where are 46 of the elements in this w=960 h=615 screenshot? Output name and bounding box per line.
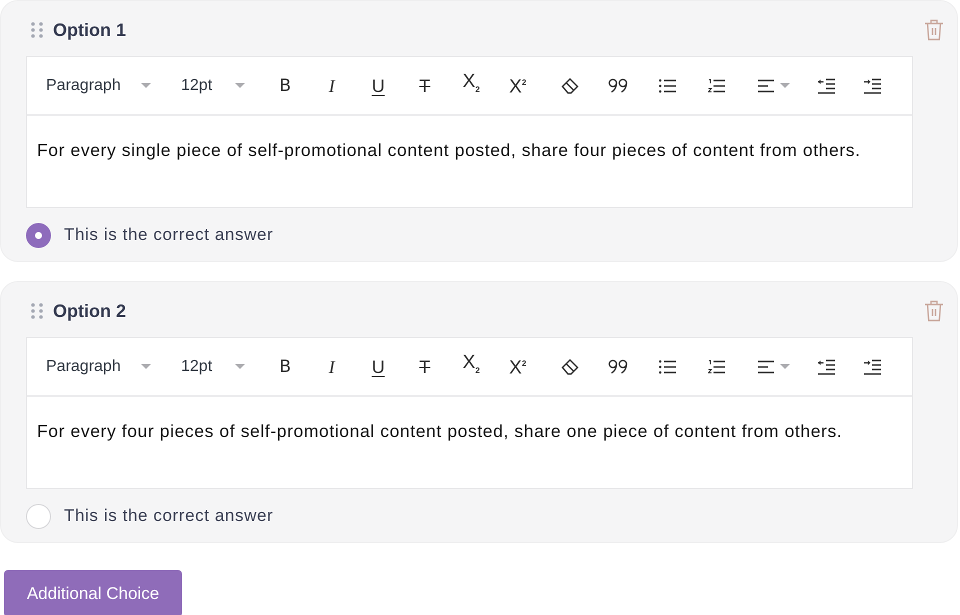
bullet-list-icon[interactable] — [658, 78, 676, 92]
subscript-button[interactable]: X$_{2}$ — [462, 352, 481, 382]
caret-icon — [780, 83, 790, 88]
superscript-button[interactable]: X$^{2}$ — [508, 72, 528, 99]
underline-button[interactable]: U — [370, 356, 386, 378]
quote-icon[interactable] — [608, 78, 628, 93]
font-size-dropdown[interactable]: 12pt — [171, 350, 255, 382]
caret-icon — [141, 83, 151, 88]
caret-icon — [235, 83, 245, 88]
quote-icon[interactable] — [608, 359, 628, 374]
numbered-list-icon[interactable] — [708, 360, 724, 374]
bold-button[interactable]: B — [278, 74, 292, 96]
caret-icon — [141, 364, 151, 369]
paragraph-style-dropdown[interactable]: Paragraph — [36, 350, 161, 382]
caret-icon — [780, 364, 790, 369]
underline-button[interactable]: U — [370, 74, 386, 96]
correct-answer-label: This is the correct answer — [64, 506, 274, 526]
paragraph-style-dropdown[interactable]: Paragraph — [36, 70, 161, 102]
strikethrough-button[interactable]: T — [418, 356, 432, 378]
font-size-dropdown[interactable]: 12pt — [171, 70, 255, 102]
subscript-button[interactable]: X$_{2}$ — [462, 70, 481, 100]
correct-answer-label: This is the correct answer — [64, 225, 274, 245]
caret-icon — [235, 364, 245, 369]
bold-button[interactable]: B — [278, 356, 292, 378]
option-title: Option 1 — [53, 20, 126, 40]
radio-button[interactable] — [26, 222, 51, 248]
bullet-list-icon[interactable] — [658, 360, 676, 374]
outdent-icon[interactable] — [818, 358, 835, 374]
indent-icon[interactable] — [864, 358, 882, 374]
answer-text-field[interactable]: For every four pieces of self-promotional content posted, share one piece of content from others. — [27, 397, 912, 488]
numbered-list-icon[interactable] — [708, 78, 724, 92]
drag-handle-icon[interactable] — [31, 303, 43, 319]
outdent-icon[interactable] — [818, 78, 835, 94]
align-left-icon[interactable] — [758, 360, 774, 374]
eraser-icon[interactable] — [561, 358, 580, 376]
italic-button[interactable]: I — [328, 356, 336, 378]
answer-text-field[interactable]: For every single piece of self-promotional content posted, share four pieces of content from others. — [27, 116, 912, 207]
additional-choice-button[interactable]: Additional Choice — [4, 570, 182, 615]
option-title: Option 2 — [53, 300, 126, 322]
drag-handle-icon[interactable] — [31, 22, 43, 38]
indent-icon[interactable] — [864, 78, 882, 94]
italic-button[interactable]: I — [328, 74, 336, 96]
superscript-button[interactable]: X$^{2}$ — [508, 353, 528, 380]
strikethrough-button[interactable]: T — [418, 74, 432, 96]
align-left-icon[interactable] — [758, 78, 774, 92]
eraser-icon[interactable] — [561, 76, 580, 94]
